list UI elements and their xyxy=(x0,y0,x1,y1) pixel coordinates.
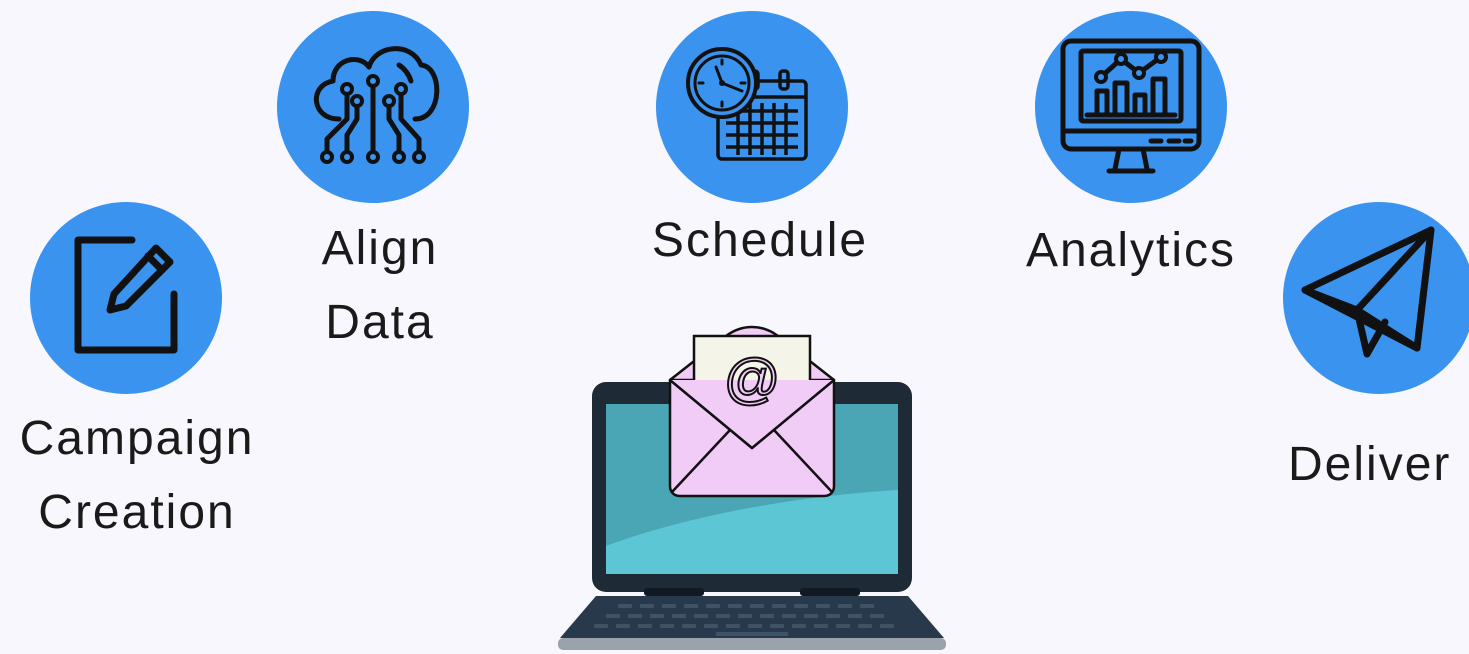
campaign-step-label: Campaign Creation xyxy=(19,412,255,539)
paper-plane-icon xyxy=(1301,226,1435,358)
schedule-step-circle xyxy=(656,11,848,203)
analytics-step-label: Analytics xyxy=(1025,224,1237,277)
email-envelope-icon: @ xyxy=(668,325,836,498)
deliver-step-circle xyxy=(1283,202,1469,394)
campaign-step-circle xyxy=(30,202,222,394)
schedule-step-label: Schedule xyxy=(651,214,869,267)
clock-calendar-icon xyxy=(686,47,808,161)
analytics-step-circle xyxy=(1035,11,1227,203)
align-step-label: Align Data xyxy=(321,222,439,349)
laptop-email-icon: @ xyxy=(558,325,946,650)
monitor-chart-icon xyxy=(1060,38,1202,174)
cloud-network-icon xyxy=(314,46,440,164)
edit-icon xyxy=(74,236,178,354)
align-step-circle xyxy=(277,11,469,203)
at-symbol: @ xyxy=(724,347,781,410)
deliver-step-label: Deliver xyxy=(1288,438,1452,491)
